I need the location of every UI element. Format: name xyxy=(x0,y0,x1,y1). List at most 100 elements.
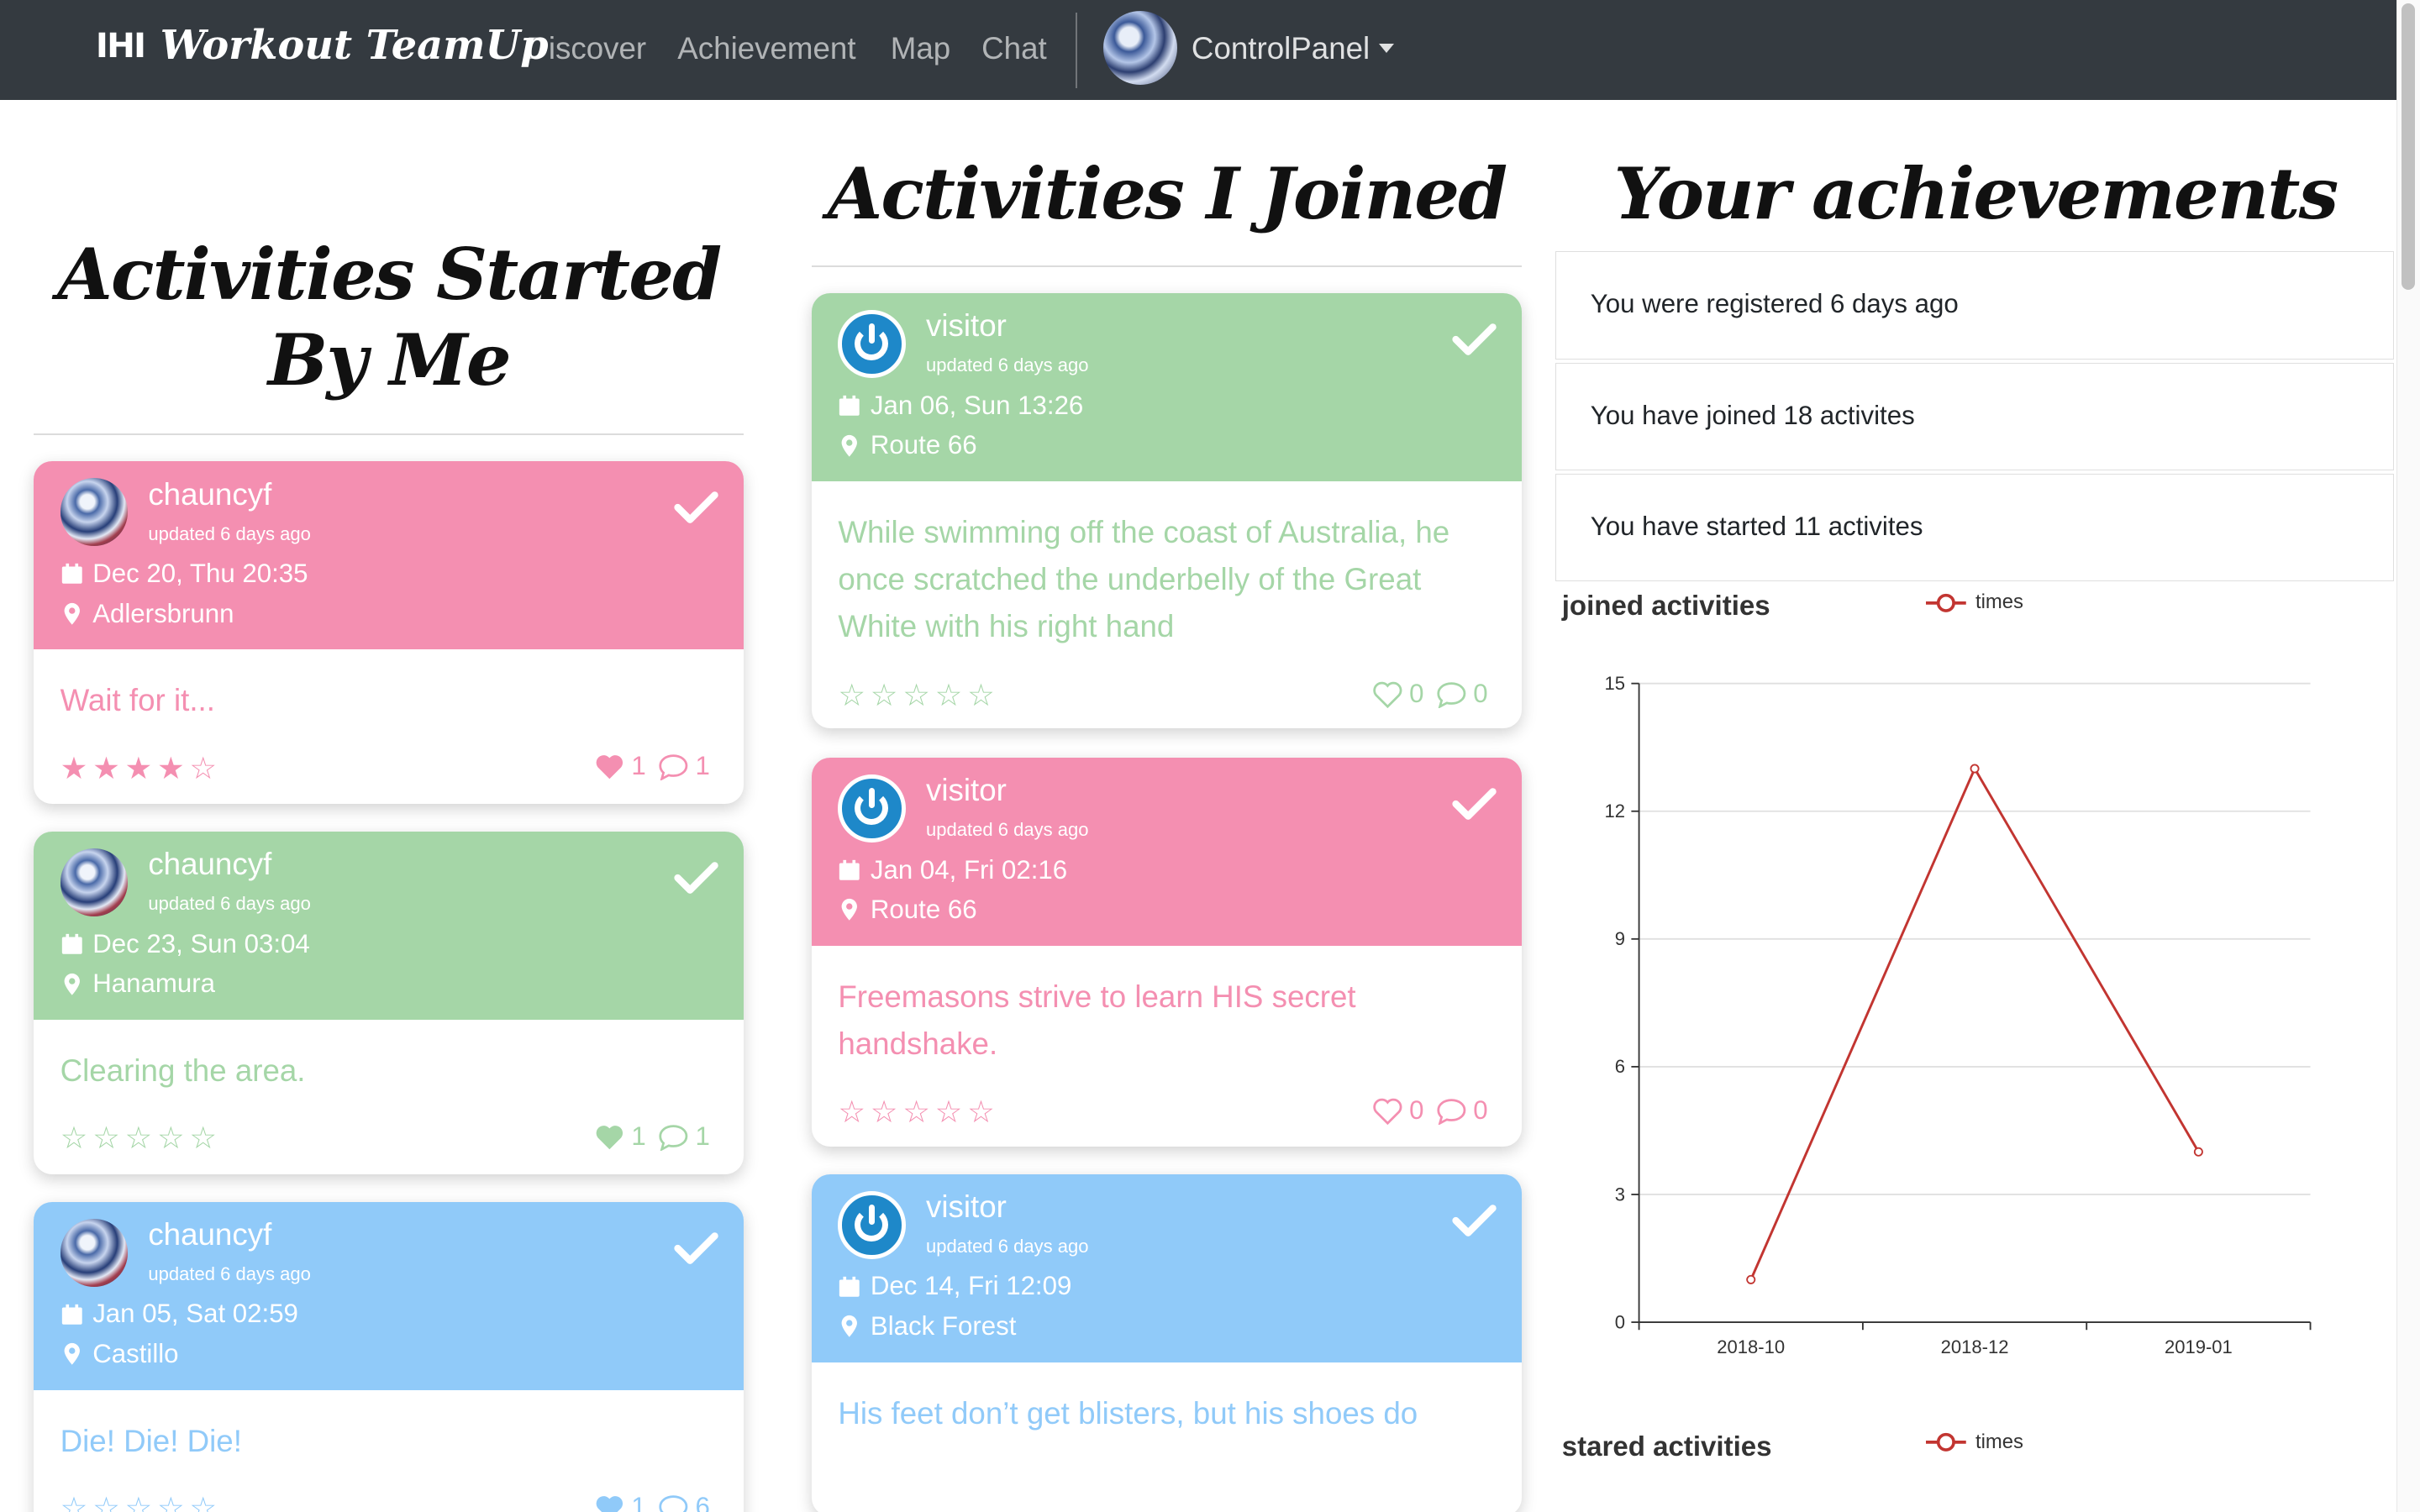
nav-divider xyxy=(1076,12,1077,88)
heart-outline-icon[interactable] xyxy=(1372,1097,1403,1125)
legend-label: times xyxy=(1975,1430,2023,1453)
star-empty-icon[interactable]: ☆ xyxy=(967,1095,999,1129)
power-icon-avatar[interactable] xyxy=(838,774,907,843)
check-icon[interactable] xyxy=(673,859,719,896)
star-empty-icon[interactable]: ☆ xyxy=(935,678,967,712)
card-counts: 00 xyxy=(1372,679,1494,709)
check-icon[interactable] xyxy=(673,1230,719,1267)
activity-date: Jan 05, Sat 02:59 xyxy=(60,1299,298,1329)
updated-time: updated 6 days ago xyxy=(148,1263,311,1285)
username[interactable]: chauncyf xyxy=(148,1217,271,1252)
like-count: 1 xyxy=(631,751,646,781)
heart-icon[interactable] xyxy=(594,1494,625,1512)
activity-card[interactable]: visitor updated 6 days ago Jan 06, Sun 13:… xyxy=(812,292,1522,728)
card-counts: 11 xyxy=(594,1121,716,1152)
card-header: chauncyf updated 6 days ago Jan 05, Sat 02… xyxy=(34,1201,744,1390)
check-icon[interactable] xyxy=(1451,785,1497,822)
nav-achievement[interactable]: Achievement xyxy=(677,31,855,66)
star-empty-icon[interactable]: ☆ xyxy=(967,678,999,712)
nav-map[interactable]: Map xyxy=(891,31,950,66)
user-avatar[interactable] xyxy=(60,848,129,916)
activity-card[interactable]: chauncyf updated 6 days ago Dec 23, Sun 03… xyxy=(34,831,744,1174)
username[interactable]: chauncyf xyxy=(148,847,271,882)
nav-chat[interactable]: Chat xyxy=(981,31,1047,66)
star-empty-icon[interactable]: ☆ xyxy=(935,1095,967,1129)
control-panel-dropdown[interactable]: ControlPanel xyxy=(1191,30,1395,66)
comment-icon[interactable] xyxy=(658,1494,689,1512)
star-empty-icon[interactable]: ☆ xyxy=(189,1121,221,1155)
activity-card[interactable]: visitor updated 6 days ago Jan 04, Fri 02:… xyxy=(812,757,1522,1147)
check-icon[interactable] xyxy=(1451,321,1497,358)
comment-icon[interactable] xyxy=(1436,1097,1467,1125)
username[interactable]: visitor xyxy=(926,1189,1007,1225)
brand-link[interactable]: IHI Workout TeamUp xyxy=(96,22,549,69)
rating-stars[interactable]: ☆☆☆☆☆ xyxy=(60,1490,222,1512)
username[interactable]: visitor xyxy=(926,773,1007,808)
achievement-started: You have started 11 activites xyxy=(1555,473,2394,582)
activity-description: His feet don’t get blisters, but his sho… xyxy=(838,1395,1418,1431)
power-icon-avatar[interactable] xyxy=(838,310,907,378)
rating-stars[interactable]: ☆☆☆☆☆ xyxy=(60,1120,222,1156)
star-empty-icon[interactable]: ☆ xyxy=(157,1491,189,1512)
card-header: chauncyf updated 6 days ago Dec 20, Thu 20… xyxy=(34,461,744,650)
user-avatar[interactable] xyxy=(60,1218,129,1287)
nav-discover[interactable]: Discover xyxy=(526,31,646,66)
comment-count: 0 xyxy=(1473,1095,1488,1126)
heart-icon[interactable] xyxy=(594,753,625,780)
check-icon[interactable] xyxy=(673,489,719,526)
username[interactable]: visitor xyxy=(926,308,1007,344)
star-filled-icon[interactable]: ★ xyxy=(92,751,124,785)
star-empty-icon[interactable]: ☆ xyxy=(871,678,902,712)
heart-outline-icon[interactable] xyxy=(1372,680,1403,708)
star-filled-icon[interactable]: ★ xyxy=(125,751,157,785)
updated-time: updated 6 days ago xyxy=(926,819,1089,841)
username[interactable]: chauncyf xyxy=(148,477,271,512)
card-header: visitor updated 6 days ago Jan 04, Fri 02:… xyxy=(812,757,1522,946)
user-avatar[interactable] xyxy=(1103,10,1178,85)
star-empty-icon[interactable]: ☆ xyxy=(838,678,870,712)
star-empty-icon[interactable]: ☆ xyxy=(189,751,221,785)
star-filled-icon[interactable]: ★ xyxy=(60,751,92,785)
heart-icon[interactable] xyxy=(594,1123,625,1151)
control-panel-label: ControlPanel xyxy=(1191,30,1370,66)
comment-count: 0 xyxy=(1473,679,1488,709)
series-line xyxy=(1749,765,2200,1280)
activity-date: Dec 14, Fri 12:09 xyxy=(838,1271,1071,1301)
star-empty-icon[interactable]: ☆ xyxy=(92,1121,124,1155)
check-icon[interactable] xyxy=(1451,1202,1497,1239)
chart-legend[interactable]: times xyxy=(1926,1431,2023,1454)
activity-card[interactable]: chauncyf updated 6 days ago Jan 05, Sat 02… xyxy=(34,1201,744,1512)
card-header: visitor updated 6 days ago Dec 14, Fri 12:… xyxy=(812,1173,1522,1362)
rating-stars[interactable]: ★★★★☆ xyxy=(60,750,222,786)
rating-stars[interactable]: ☆☆☆☆☆ xyxy=(838,1094,999,1130)
star-empty-icon[interactable]: ☆ xyxy=(125,1121,157,1155)
star-empty-icon[interactable]: ☆ xyxy=(902,1095,934,1129)
activity-location: Hanamura xyxy=(60,969,215,999)
activity-card[interactable]: chauncyf updated 6 days ago Dec 20, Thu 20… xyxy=(34,461,744,804)
power-icon-avatar[interactable] xyxy=(838,1190,907,1259)
location-text: Route 66 xyxy=(870,430,977,460)
comment-icon[interactable] xyxy=(1436,680,1467,708)
star-empty-icon[interactable]: ☆ xyxy=(125,1491,157,1512)
star-empty-icon[interactable]: ☆ xyxy=(157,1121,189,1155)
rating-stars[interactable]: ☆☆☆☆☆ xyxy=(838,677,999,713)
user-avatar[interactable] xyxy=(60,478,129,547)
date-text: Jan 05, Sat 02:59 xyxy=(92,1299,298,1329)
scrollbar-thumb[interactable] xyxy=(2401,3,2416,291)
activity-card[interactable]: visitor updated 6 days ago Dec 14, Fri 12:… xyxy=(812,1173,1522,1512)
star-empty-icon[interactable]: ☆ xyxy=(60,1491,92,1512)
like-count: 1 xyxy=(631,1121,646,1152)
chart-legend[interactable]: times xyxy=(1926,591,2023,614)
star-empty-icon[interactable]: ☆ xyxy=(838,1095,870,1129)
star-empty-icon[interactable]: ☆ xyxy=(871,1095,902,1129)
star-empty-icon[interactable]: ☆ xyxy=(189,1491,221,1512)
activity-location: Black Forest xyxy=(838,1311,1016,1341)
map-pin-icon xyxy=(841,1315,858,1338)
star-empty-icon[interactable]: ☆ xyxy=(902,678,934,712)
comment-icon[interactable] xyxy=(658,753,689,780)
map-pin-icon xyxy=(64,973,80,995)
star-filled-icon[interactable]: ★ xyxy=(157,751,189,785)
comment-icon[interactable] xyxy=(658,1123,689,1151)
star-empty-icon[interactable]: ☆ xyxy=(60,1121,92,1155)
star-empty-icon[interactable]: ☆ xyxy=(92,1491,124,1512)
